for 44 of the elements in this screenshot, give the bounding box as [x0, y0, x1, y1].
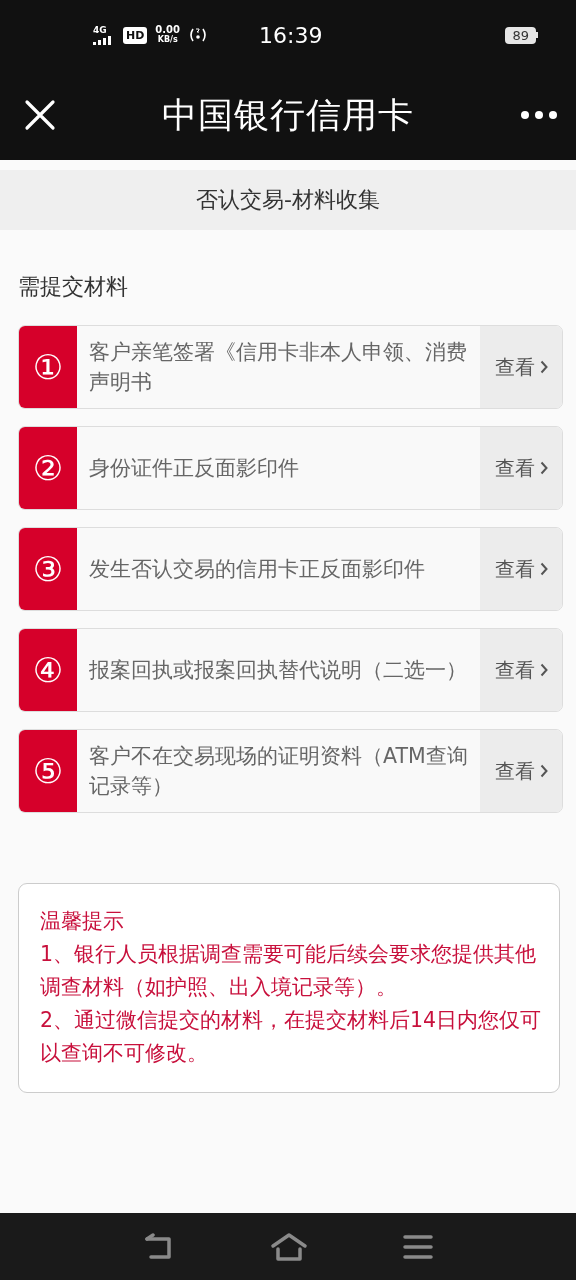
- chevron-icon: [539, 764, 548, 778]
- material-card[interactable]: ④ 报案回执或报案回执替代说明（二选一） 查看: [18, 628, 563, 712]
- home-icon[interactable]: [270, 1231, 308, 1262]
- close-button[interactable]: [24, 99, 56, 131]
- hotspot-icon: [188, 26, 209, 44]
- battery-level: 89: [505, 26, 536, 44]
- circled-number: ④: [32, 652, 64, 688]
- material-card[interactable]: ② 身份证件正反面影印件 查看: [18, 426, 563, 510]
- chevron-icon: [539, 663, 548, 677]
- close-icon: [24, 99, 56, 131]
- more-icon: [520, 110, 558, 120]
- circled-number: ⑤: [32, 753, 64, 789]
- material-text: 客户不在交易现场的证明资料（ATM查询记录等）: [88, 743, 469, 800]
- material-card[interactable]: ① 客户亲笔签署《信用卡非本人申领、消费声明书 查看: [18, 325, 563, 409]
- page-title: 中国银行信用卡: [162, 93, 414, 137]
- chevron-icon: [539, 360, 548, 374]
- view-button[interactable]: 查看: [480, 730, 562, 812]
- view-button[interactable]: 查看: [480, 629, 562, 711]
- notice-text: 2、通过微信提交的材料，在提交材料后14日内您仅可以查询不可修改。: [40, 1007, 543, 1067]
- notice-title: 温馨提示: [40, 908, 125, 935]
- material-text: 身份证件正反面影印件: [88, 455, 300, 482]
- section-title: 需提交材料: [18, 273, 129, 301]
- material-text: 报案回执或报案回执替代说明（二选一）: [88, 657, 468, 684]
- chevron-icon: [539, 461, 548, 475]
- more-button[interactable]: [520, 110, 558, 120]
- menu-icon[interactable]: [403, 1233, 433, 1260]
- material-text: 发生否认交易的信用卡正反面影印件: [88, 556, 426, 583]
- notice-text: 1、银行人员根据调查需要可能后续会要求您提供其他调查材料（如护照、出入境记录等）。: [40, 941, 538, 1001]
- circled-number: ①: [32, 349, 64, 385]
- view-button[interactable]: 查看: [480, 528, 562, 610]
- section-header: 否认交易-材料收集: [196, 186, 380, 214]
- chevron-icon: [539, 562, 548, 576]
- network-label: 4G: [93, 25, 107, 35]
- clock: 16:39: [259, 22, 324, 48]
- material-card[interactable]: ⑤ 客户不在交易现场的证明资料（ATM查询记录等） 查看: [18, 729, 563, 813]
- hd-badge: HD: [123, 26, 148, 44]
- circled-number: ③: [32, 551, 64, 587]
- view-button[interactable]: 查看: [480, 427, 562, 509]
- view-button[interactable]: 查看: [480, 326, 562, 408]
- speed-value: 0.00: [155, 25, 181, 35]
- material-card[interactable]: ③ 发生否认交易的信用卡正反面影印件 查看: [18, 527, 563, 611]
- material-text: 客户亲笔签署《信用卡非本人申领、消费声明书: [88, 339, 468, 396]
- speed-unit: KB/s: [157, 35, 178, 45]
- circled-number: ②: [32, 450, 64, 486]
